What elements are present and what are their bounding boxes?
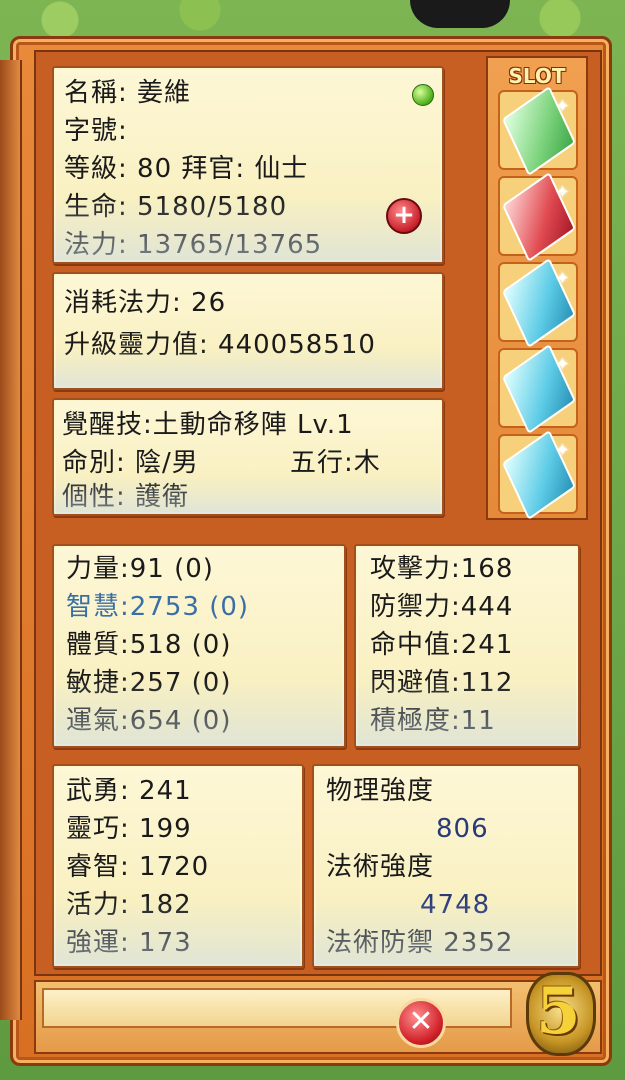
attribute-constitution: 體質:518 (0) <box>66 630 232 660</box>
sparkle-icon: ✦ <box>554 268 570 289</box>
physical-strength-label: 物理強度 <box>326 776 435 806</box>
magic-strength-label: 法術強度 <box>326 852 435 882</box>
trait-vitality: 活力: 182 <box>66 890 192 920</box>
attribute-strength: 力量:91 (0) <box>66 554 214 584</box>
attributes-panel: 力量:91 (0) 智慧:2753 (0) 體質:518 (0) 敏捷:257 … <box>52 544 346 748</box>
magic-defense-label: 法術防禦 2352 <box>326 928 514 958</box>
combat-attack: 攻擊力:168 <box>370 554 514 584</box>
sparkle-icon: ✦ <box>554 354 570 375</box>
trait-dexterity: 靈巧: 199 <box>66 814 192 844</box>
trait-intellect: 睿智: 1720 <box>66 852 210 882</box>
slot-item-3[interactable]: ✦ <box>498 257 578 349</box>
personality-label: 個性: 護衛 <box>62 482 190 512</box>
slot-label: SLOT <box>508 64 566 88</box>
name-label: 名稱: 姜維 <box>64 78 192 108</box>
add-point-button[interactable]: + <box>386 198 422 234</box>
slot-column: SLOT ✦ ✦ ✦ ✦ ✦ <box>486 56 588 521</box>
slot-item-1[interactable]: ✦ <box>498 85 578 177</box>
gender-label: 命別: 陰/男 <box>62 448 199 478</box>
slot-item-2[interactable]: ✦ <box>498 171 578 263</box>
title-label: 字號: <box>64 116 128 146</box>
combat-evasion: 閃避值:112 <box>370 668 514 698</box>
attribute-agility: 敏捷:257 (0) <box>66 668 232 698</box>
element-label: 五行:木 <box>290 448 381 478</box>
sparkle-icon: ✦ <box>554 182 570 203</box>
upgrade-spirit-label: 升級靈力值: 440058510 <box>64 330 376 360</box>
combat-initiative: 積極度:11 <box>370 706 496 736</box>
combat-defense: 防禦力:444 <box>370 592 514 622</box>
slot-item-4[interactable]: ✦ <box>498 343 578 435</box>
online-status-icon <box>412 84 434 106</box>
strength-panel: 物理強度 806 法術強度 4748 法術防禦 2352 <box>312 764 580 968</box>
physical-strength-value: 806 <box>436 814 489 844</box>
mp-label: 法力: 13765/13765 <box>64 230 323 260</box>
awaken-skill-label: 覺醒技:土動命移陣 Lv.1 <box>62 410 354 440</box>
profile-panel: 名稱: 姜維 字號: 等級: 80 拜官: 仙士 生命: 5180/5180 法… <box>52 66 444 264</box>
slot-item-5[interactable]: ✦ <box>498 429 578 521</box>
window-left-edge <box>0 60 22 1020</box>
game-logo-emblem: 5 <box>512 966 608 1066</box>
emblem-digit-icon: 5 <box>536 974 581 1049</box>
hp-label: 生命: 5180/5180 <box>64 192 288 222</box>
traits-panel: 武勇: 241 靈巧: 199 睿智: 1720 活力: 182 強運: 173 <box>52 764 304 968</box>
magic-strength-value: 4748 <box>420 890 491 920</box>
cost-panel: 消耗法力: 26 升級靈力值: 440058510 <box>52 272 444 390</box>
mp-cost-label: 消耗法力: 26 <box>64 288 227 318</box>
sparkle-icon: ✦ <box>554 440 570 461</box>
combat-accuracy: 命中值:241 <box>370 630 514 660</box>
close-button[interactable]: ✕ <box>396 998 446 1048</box>
awaken-panel: 覺醒技:土動命移陣 Lv.1 命別: 陰/男 五行:木 個性: 護衛 <box>52 398 444 516</box>
trait-fortune: 強運: 173 <box>66 928 192 958</box>
attribute-luck: 運氣:654 (0) <box>66 706 232 736</box>
sparkle-icon: ✦ <box>554 96 570 117</box>
combat-panel: 攻擊力:168 防禦力:444 命中值:241 閃避值:112 積極度:11 <box>354 544 580 748</box>
attribute-wisdom: 智慧:2753 (0) <box>66 592 250 622</box>
trait-valor: 武勇: 241 <box>66 776 192 806</box>
level-rank-label: 等級: 80 拜官: 仙士 <box>64 154 309 184</box>
background-character-shadow <box>410 0 510 28</box>
